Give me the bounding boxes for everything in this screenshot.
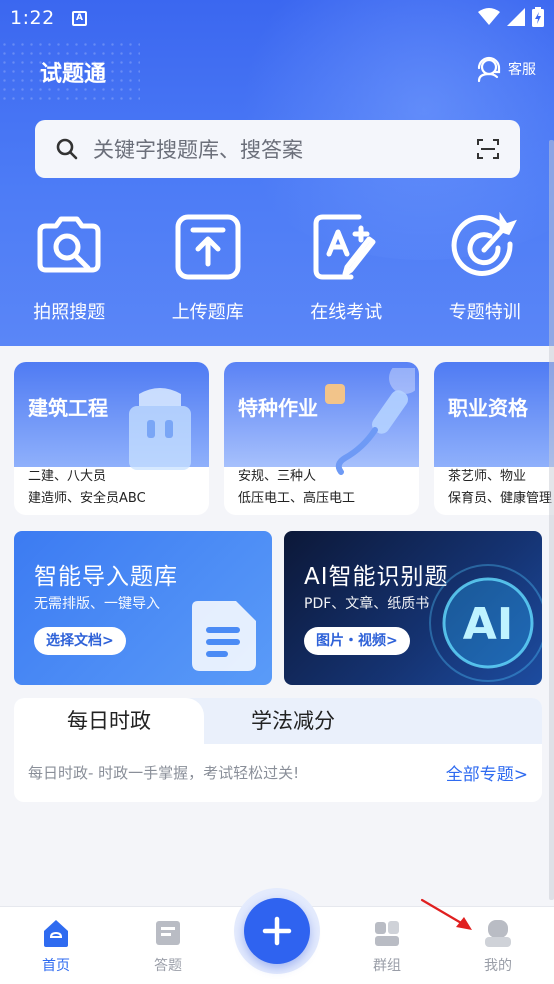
notification-a-icon: A xyxy=(72,11,87,26)
category-card-construction[interactable]: 建筑工程 二建、八大员 建造师、安全员ABC xyxy=(14,362,209,515)
promo-smart-import[interactable]: 智能导入题库 无需排版、一键导入 选择文档> xyxy=(14,531,272,685)
category-title: 建筑工程 xyxy=(28,396,108,420)
battery-icon xyxy=(532,7,544,27)
category-card-banner: 职业资格 xyxy=(434,362,554,467)
category-card-banner: 建筑工程 xyxy=(14,362,209,470)
promo-ai-recognition[interactable]: AI AI智能识别题 PDF、文章、纸质书 图片・视频> xyxy=(284,531,542,685)
profile-icon xyxy=(485,920,511,947)
category-card-professional[interactable]: 职业资格 茶艺师、物业 保育员、健康管理 xyxy=(434,362,554,515)
promo-title: 智能导入题库 xyxy=(34,564,178,590)
quick-action-upload-bank[interactable]: 上传题库 xyxy=(139,212,278,324)
annotation-arrow xyxy=(420,898,472,930)
image-video-button[interactable]: 图片・视频> xyxy=(304,627,410,655)
nav-label: 我的 xyxy=(484,958,512,974)
search-icon xyxy=(56,138,78,160)
tab-law-points[interactable]: 学法减分 xyxy=(251,698,335,744)
answer-icon xyxy=(156,921,180,945)
quick-action-special-training[interactable]: 专题特训 xyxy=(416,212,554,324)
quick-action-label: 上传题库 xyxy=(171,302,244,323)
quick-actions: 拍照搜题 上传题库 在线考试 专题特训 xyxy=(0,212,554,324)
search-bar[interactable]: 关键字搜题库、搜答案 xyxy=(35,120,520,178)
promo-subtitle: 无需排版、一键导入 xyxy=(34,596,160,612)
group-icon xyxy=(375,921,399,946)
customer-service-button[interactable]: 客服 xyxy=(474,54,536,84)
signal-icon xyxy=(507,8,525,26)
document-icon xyxy=(192,601,256,671)
category-carousel[interactable]: 建筑工程 二建、八大员 建造师、安全员ABC 特种作业 安规、三种人 低压电工、… xyxy=(14,362,554,517)
category-subtitle-line: 二建、八大员 xyxy=(28,469,107,484)
promo-title: AI智能识别题 xyxy=(304,564,449,590)
category-card-special-ops[interactable]: 特种作业 安规、三种人 低压电工、高压电工 xyxy=(224,362,419,515)
quick-action-label: 拍照搜题 xyxy=(33,302,106,323)
quick-action-label: 在线考试 xyxy=(310,302,383,323)
nav-label: 答题 xyxy=(154,958,182,974)
news-description: 每日时政- 时政一手掌握，考试轻松过关! xyxy=(28,764,300,782)
tab-daily-politics[interactable]: 每日时政 xyxy=(14,698,204,744)
scrollbar[interactable] xyxy=(549,140,554,900)
quick-action-online-exam[interactable]: 在线考试 xyxy=(277,212,416,324)
camera-search-icon xyxy=(37,216,101,273)
nav-label: 群组 xyxy=(373,958,401,974)
nav-label: 首页 xyxy=(42,958,70,974)
create-fab-button[interactable] xyxy=(244,898,310,964)
promo-subtitle: PDF、文章、纸质书 xyxy=(304,596,430,612)
category-title: 职业资格 xyxy=(448,396,528,420)
news-section: 每日时政 学法减分 每日时政- 时政一手掌握，考试轻松过关! 全部专题> xyxy=(14,698,542,802)
nav-item-home[interactable]: 首页 xyxy=(16,917,96,975)
choose-document-button[interactable]: 选择文档> xyxy=(34,627,126,655)
svg-text:AI: AI xyxy=(463,599,513,650)
exam-edit-icon xyxy=(313,214,376,280)
customer-service-label: 客服 xyxy=(508,62,536,78)
wifi-icon xyxy=(478,8,500,25)
status-time: 1:22 xyxy=(10,7,55,29)
status-bar: 1:22 A xyxy=(0,0,554,36)
building-icon xyxy=(129,388,191,470)
quick-action-label: 专题特训 xyxy=(448,302,521,323)
quick-action-photo-search[interactable]: 拍照搜题 xyxy=(0,212,139,324)
news-tabs: 每日时政 学法减分 xyxy=(14,698,542,744)
category-title: 特种作业 xyxy=(238,396,318,420)
app-title: 试题通 xyxy=(40,62,107,87)
all-topics-link[interactable]: 全部专题> xyxy=(446,760,528,785)
category-subtitle-line: 茶艺师、物业 xyxy=(448,469,527,484)
category-subtitle-line: 保育员、健康管理 xyxy=(448,491,553,506)
scan-icon[interactable] xyxy=(476,137,500,161)
plus-icon xyxy=(262,916,292,946)
nav-item-group[interactable]: 群组 xyxy=(347,917,427,975)
target-icon xyxy=(451,212,517,276)
category-card-banner: 特种作业 xyxy=(224,362,419,475)
category-subtitle-line: 安规、三种人 xyxy=(238,469,317,484)
status-icons xyxy=(478,7,544,27)
upload-icon xyxy=(175,214,241,280)
nav-item-answer[interactable]: 答题 xyxy=(128,917,208,975)
category-subtitle-line: 建造师、安全员ABC xyxy=(28,491,146,506)
plug-icon xyxy=(325,368,415,475)
search-placeholder: 关键字搜题库、搜答案 xyxy=(93,138,303,162)
headset-icon xyxy=(477,56,501,83)
home-icon xyxy=(44,920,68,947)
category-subtitle-line: 低压电工、高压电工 xyxy=(238,491,356,506)
